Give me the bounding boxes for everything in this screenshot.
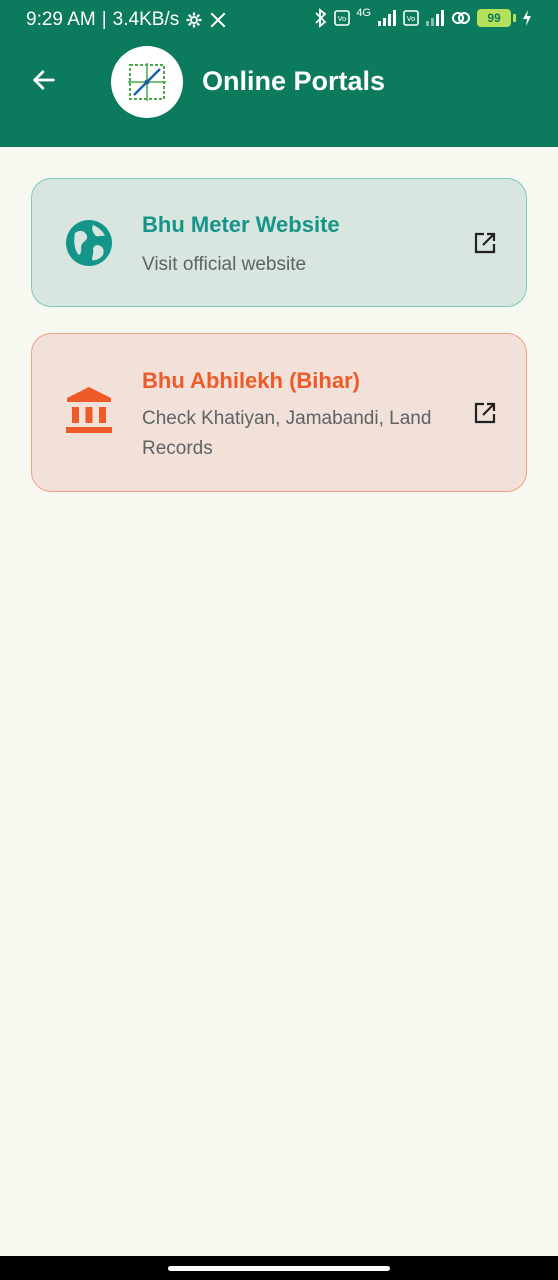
portal-title: Bhu Meter Website — [142, 212, 340, 237]
svg-text:Vo: Vo — [407, 15, 416, 23]
page-title: Online Portals — [202, 66, 386, 96]
battery-icon: 99 — [477, 9, 516, 27]
x-logo-icon — [209, 11, 227, 29]
portal-subtitle: Visit official website — [142, 254, 307, 275]
home-indicator[interactable] — [168, 1266, 390, 1271]
portal-card-bhu-meter[interactable]: Bhu Meter Website Visit official website — [31, 178, 527, 307]
gear-icon — [185, 11, 203, 29]
battery-level: 99 — [477, 9, 511, 27]
system-nav-bar — [0, 1256, 558, 1280]
app-header: 9:29 AM | 3.4KB/s Vo 4G Vo 99 Online Por… — [0, 0, 558, 147]
volte-icon-2: Vo — [403, 10, 419, 26]
status-right: Vo 4G Vo 99 — [314, 8, 532, 28]
globe-icon — [64, 218, 114, 268]
open-in-new-icon[interactable] — [472, 400, 498, 426]
hotspot-icon — [451, 9, 471, 27]
portal-title: Bhu Abhilekh (Bihar) — [142, 368, 360, 393]
portal-card-bhu-abhilekh[interactable]: Bhu Abhilekh (Bihar) Check Khatiyan, Jam… — [31, 333, 527, 492]
status-time: 9:29 AM — [26, 9, 96, 30]
status-net-speed: 3.4KB/s — [112, 9, 180, 30]
status-separator: | — [101, 9, 107, 30]
volte-icon: Vo — [334, 10, 351, 26]
status-bar: 9:29 AM | 3.4KB/s Vo 4G Vo 99 — [0, 0, 558, 42]
status-left: 9:29 AM | 3.4KB/s — [26, 9, 227, 31]
signal-icon — [377, 9, 397, 27]
charging-icon — [522, 9, 532, 27]
network-type: 4G — [356, 7, 371, 19]
portal-subtitle: Check Khatiyan, Jamabandi, Land Records — [142, 408, 432, 459]
battery-tip — [513, 14, 516, 22]
bluetooth-icon — [314, 8, 328, 28]
back-button[interactable] — [24, 62, 64, 102]
app-logo — [111, 46, 183, 118]
bank-building-icon — [64, 385, 114, 435]
arrow-left-icon — [30, 66, 58, 99]
open-in-new-icon[interactable] — [472, 230, 498, 256]
svg-text:Vo: Vo — [338, 15, 347, 23]
land-measure-logo-icon — [128, 63, 166, 101]
signal-icon-2 — [425, 9, 445, 27]
